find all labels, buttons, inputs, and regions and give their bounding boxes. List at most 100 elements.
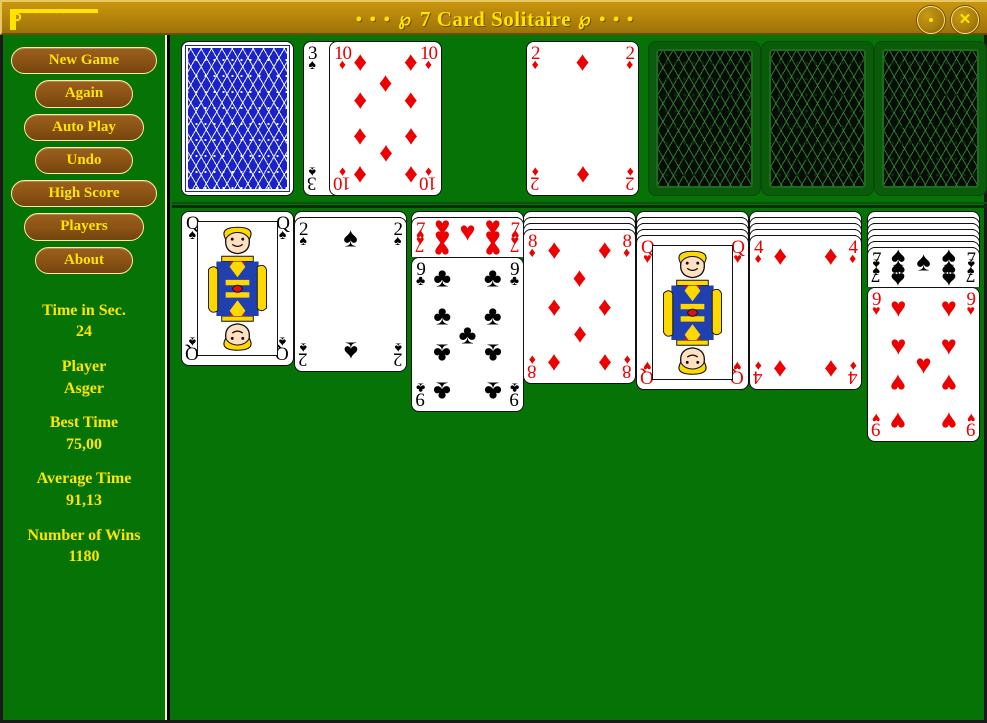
card-pip: ♦ [403, 122, 418, 153]
card-suit-icon: ♠ [394, 339, 402, 355]
card-pip-area: ♥ ♥ ♥ ♥ ♥ ♥ ♥ ♥ ♥ [884, 294, 963, 436]
card-suit-icon: ♦ [528, 246, 536, 262]
card-pip: ♥ [940, 330, 957, 361]
foundation-1[interactable]: 2 ♦ 2 ♦ 2 ♦ 2 ♦ ♦ ♦ [526, 41, 639, 196]
card-pip: ♣ [433, 338, 452, 369]
card-corner-top-right: Q ♥ [731, 238, 745, 267]
card-corner-top-right: 4 ♦ [849, 238, 858, 267]
stat-label: Average Time [36, 470, 132, 488]
card-corner-bottom-right: Q ♥ [731, 358, 744, 388]
card-corner-bottom-left: 7 ♠ [872, 256, 881, 286]
court-half-top [653, 246, 732, 313]
menu-button-high-score[interactable]: High Score [11, 180, 157, 208]
card-pip-area: ♠ ♠ [311, 224, 390, 367]
card-suit-icon: ♥ [416, 225, 425, 241]
tableau-column-1[interactable]: Q ♠ Q ♠ Q ♠ Q ♠ [181, 211, 294, 471]
foundation-2[interactable] [648, 41, 761, 196]
card-corner-top-left: 9 ♥ [872, 290, 881, 319]
playing-card[interactable]: Q ♠ Q ♠ Q ♠ Q ♠ [181, 211, 294, 366]
menu-button-undo[interactable]: Undo [35, 146, 133, 174]
foundation-3[interactable] [761, 41, 874, 196]
playing-card[interactable]: 2 ♦ 2 ♦ 2 ♦ 2 ♦ ♦ ♦ [526, 41, 639, 196]
tableau-column-7[interactable]: 7 ♠ 7 ♠ 7 ♠ 7 ♠ ♠ ♠ ♠ ♠ ♠ ♠ ♠ 9 ♥ 9 ♥ 9 ♥ 9 ♥ ♥ ♥ ♥ ♥ ♥ ♥ ♥ ♥ ♥ [867, 211, 980, 471]
card-pip-area: ♥ ♥ ♥ ♥ ♥ ♥ ♥ [428, 218, 507, 257]
stat-average-time: Average Time 91,13 [3, 468, 165, 511]
menu-button-again[interactable]: Again [35, 80, 133, 108]
card-corner-bottom-left: 2 ♦ [531, 164, 540, 194]
tableau-column-5[interactable]: Q ♥ Q ♥ Q ♥ Q ♥ [636, 211, 749, 471]
foundation-4-empty[interactable] [874, 41, 987, 196]
card-corner-bottom-left: 9 ♣ [416, 379, 426, 410]
card-suit-icon: ♦ [849, 357, 857, 373]
tableau-column-3[interactable]: 7 ♥ 7 ♥ 7 ♥ 7 ♥ ♥ ♥ ♥ ♥ ♥ ♥ ♥ 9 ♣ 9 ♣ 9 ♣ 9 ♣ ♣ ♣ ♣ ♣ ♣ ♣ ♣ ♣ ♣ [411, 211, 524, 471]
card-pip: ♦ [403, 84, 418, 115]
card-suit-icon: ♦ [623, 246, 631, 262]
board-divider-highlight [172, 202, 987, 204]
card-pip: ♦ [378, 139, 393, 170]
playing-card[interactable]: 9 ♣ 9 ♣ 9 ♣ 9 ♣ ♣ ♣ ♣ ♣ ♣ ♣ ♣ ♣ ♣ [411, 257, 524, 412]
game-board: 3♠3♠3♠3♠♠♠♠10♦10♦10♦10♦♦♦♦♦♦♦♦♦♦♦2♦2♦2♦2… [172, 35, 987, 720]
playing-card[interactable]: 2 ♠ 2 ♠ 2 ♠ 2 ♠ ♠ ♠ [294, 217, 407, 372]
card-corner-top-left: 3 ♠ [308, 44, 317, 73]
title-ornament-left: • • • ℘ [355, 9, 413, 29]
playing-card[interactable]: 9 ♥ 9 ♥ 9 ♥ 9 ♥ ♥ ♥ ♥ ♥ ♥ ♥ ♥ ♥ ♥ [867, 287, 980, 442]
card-pip: ♠ [343, 336, 358, 367]
playing-card[interactable]: 8 ♦ 8 ♦ 8 ♦ 8 ♦ ♦ ♦ ♦ ♦ ♦ ♦ ♦ ♦ [523, 229, 636, 384]
waste-pile[interactable]: 3♠3♠3♠3♠♠♠♠10♦10♦10♦10♦♦♦♦♦♦♦♦♦♦♦ [303, 41, 442, 196]
card-corner-top-left: 9 ♣ [416, 260, 426, 289]
card-pip: ♠ [916, 247, 931, 277]
stat-label: Time in Sec. [42, 301, 126, 319]
card-suit-icon: ♣ [416, 379, 426, 395]
tableau-column-6[interactable]: 4 ♦ 4 ♦ 4 ♦ 4 ♦ ♦ ♦ ♦ ♦ [749, 211, 862, 471]
card-suit-icon: ♣ [509, 379, 519, 395]
card-corner-top-right: 8 ♦ [623, 232, 632, 262]
close-button[interactable]: ✕ [951, 6, 979, 34]
card-suit-icon: ♦ [754, 252, 762, 268]
foundation-4[interactable] [874, 41, 987, 196]
card-suit-icon: ♠ [394, 234, 402, 250]
tableau-column-2[interactable]: 2 ♠ 2 ♠ 2 ♠ 2 ♠ ♠ ♠ [294, 211, 407, 471]
playing-card-partially-covered[interactable]: 7 ♠ 7 ♠ 7 ♠ 7 ♠ ♠ ♠ ♠ ♠ ♠ ♠ ♠ [867, 247, 980, 287]
foundation-2-empty[interactable] [648, 41, 761, 196]
card-pip: ♦ [823, 240, 838, 271]
menu-button-new-game[interactable]: New Game [11, 47, 157, 75]
card-pip: ♥ [915, 349, 932, 379]
playing-card[interactable]: Q ♥ Q ♥ Q ♥ Q ♥ [636, 235, 749, 390]
playing-card[interactable]: 4 ♦ 4 ♦ 4 ♦ 4 ♦ ♦ ♦ ♦ ♦ [749, 235, 862, 390]
card-pip: ♣ [483, 262, 502, 293]
card-suit-icon: ♦ [531, 58, 539, 74]
menu-button-about[interactable]: About [35, 246, 133, 274]
card-pip-area: ♣ ♣ ♣ ♣ ♣ ♣ ♣ ♣ ♣ [428, 262, 507, 407]
card-corner-bottom-left: 7 ♥ [416, 225, 425, 256]
face-down-card[interactable] [181, 41, 294, 196]
tableau-column-4[interactable]: 8 ♦ 8 ♦ 8 ♦ 8 ♦ ♦ ♦ ♦ ♦ ♦ ♦ ♦ ♦ [523, 211, 636, 471]
card-suit-icon: ♠ [308, 163, 316, 179]
card-corner-top-left: 2 ♦ [531, 44, 540, 74]
card-suit-icon: ♦ [626, 58, 634, 74]
waste-card-top[interactable]: 10 ♦ 10 ♦ 10 ♦ 10 ♦ ♦ ♦ ♦ ♦ ♦ ♦ ♦ ♦ ♦ ♦ [329, 41, 442, 196]
card-corner-top-right: 9 ♣ [509, 260, 520, 290]
card-pip: ♣ [433, 376, 452, 407]
card-corner-top-right: 9 ♥ [967, 290, 976, 319]
stock-pile[interactable] [181, 41, 294, 196]
minimize-button[interactable] [917, 6, 945, 34]
title-label: 7 Card Solitaire [419, 7, 572, 31]
card-corner-bottom-left: 3 ♠ [308, 163, 317, 194]
playing-card-partially-covered[interactable]: 7 ♥ 7 ♥ 7 ♥ 7 ♥ ♥ ♥ ♥ ♥ ♥ ♥ ♥ [411, 217, 524, 257]
menu-button-auto-play[interactable]: Auto Play [24, 113, 144, 141]
stat-player: Player Asger [3, 356, 165, 399]
stat-value: 91,13 [66, 491, 102, 509]
card-pip: ♣ [458, 319, 477, 349]
sidebar: New Game Again Auto Play Undo High Score Play… [3, 35, 170, 720]
card-pip: ♠ [891, 263, 906, 287]
card-pip-area: ♦ ♦ ♦ ♦ [766, 240, 845, 384]
card-suit-icon: ♦ [626, 163, 634, 179]
foundation-3-empty[interactable] [761, 41, 874, 196]
card-pip: ♦ [597, 234, 612, 265]
menu-button-list: New Game Again Auto Play Undo High Score Play… [3, 35, 165, 274]
court-card-art [198, 288, 277, 355]
card-suit-icon: ♣ [509, 274, 519, 290]
card-pip: ♣ [483, 338, 502, 369]
menu-button-players[interactable]: Players [24, 213, 144, 241]
stat-time-in-sec: Time in Sec. 24 [3, 300, 165, 343]
